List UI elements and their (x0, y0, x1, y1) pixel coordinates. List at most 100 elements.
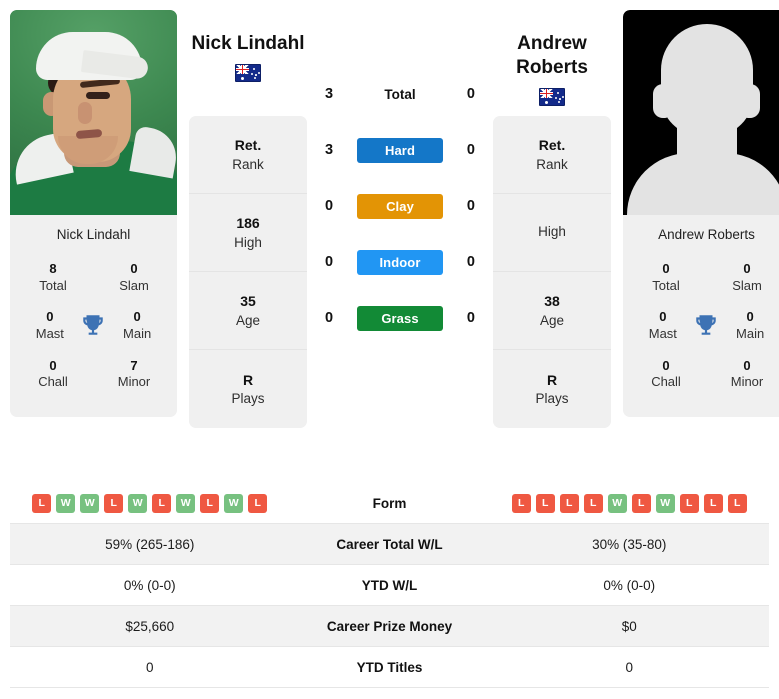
right-titles-mast: 0 Mast (637, 308, 689, 342)
table-row-ytd-titles: 0 YTD Titles 0 (10, 647, 769, 688)
southern-cross-star (253, 76, 256, 80)
left-player-card-name: Nick Lindahl (10, 215, 177, 256)
left-titles-slam-label: Slam (119, 277, 149, 293)
left-titles-minor: 7 Minor (105, 357, 163, 391)
left-titles-main-value: 0 (133, 309, 141, 325)
career-prize-money-right: $0 (621, 618, 637, 634)
southern-cross-star (250, 72, 253, 75)
h2h-grass-row: 0 Grass 0 (311, 290, 489, 346)
form-badge-l[interactable]: L (559, 493, 579, 513)
row-label-career-prize-money: Career Prize Money (326, 618, 453, 634)
form-badge-l[interactable]: L (679, 493, 699, 513)
top-comparison-area: Nick Lindahl 8 Total 0 Slam 0 Mast 0 Mai… (0, 0, 779, 475)
right-info-plays-value: R (546, 371, 558, 388)
left-player-card[interactable]: Nick Lindahl 8 Total 0 Slam 0 Mast 0 Mai… (10, 10, 177, 418)
form-badge-w[interactable]: W (607, 493, 627, 513)
form-badge-l[interactable]: L (32, 493, 52, 513)
right-titles-row-3: 0 Chall 0 Minor (629, 353, 779, 401)
right-titles-grid: 0 Total 0 Slam 0 Mast 0 Main 0 Chall 0 M… (623, 256, 779, 416)
form-badge-l[interactable]: L (200, 493, 220, 513)
left-info-plays-value: R (242, 371, 254, 388)
right-titles-chall-label: Chall (651, 374, 681, 390)
ytd-wl-right: 0% (0-0) (603, 577, 656, 593)
left-player-photo[interactable] (10, 10, 177, 215)
right-titles-minor-label: Minor (730, 374, 764, 390)
right-player-name-block: Andrew Roberts (493, 10, 611, 116)
surface-pill-hard[interactable]: Hard (357, 137, 443, 163)
right-titles-mast-label: Mast (648, 325, 677, 341)
southern-cross-star (557, 91, 560, 95)
head-to-head-column: 3 Total 0 3 Hard 0 0 Clay 0 0 Indoor 0 0 (311, 10, 489, 346)
left-player-info-column: Nick Lindahl Ret. Rank 186 High 35 Age R… (189, 10, 307, 428)
right-titles-total-label: Total (652, 277, 680, 293)
form-badge-l[interactable]: L (511, 493, 531, 513)
career-total-wl-left: 59% (265-186) (105, 536, 195, 552)
form-badge-w[interactable]: W (128, 493, 148, 513)
right-player-card-name: Andrew Roberts (623, 215, 779, 256)
form-badge-l[interactable]: L (727, 493, 747, 513)
right-titles-row-2: 0 Mast 0 Main (629, 304, 779, 352)
right-titles-slam-value: 0 (743, 261, 751, 276)
form-badge-l[interactable]: L (703, 493, 723, 513)
h2h-indoor-left-score: 0 (325, 254, 334, 270)
table-row-form: LWWLWLWLWL Form LLLLWLWLLL (10, 483, 769, 524)
form-badge-l[interactable]: L (104, 493, 124, 513)
player-comparison-page: Nick Lindahl 8 Total 0 Slam 0 Mast 0 Mai… (0, 0, 779, 699)
form-badge-w[interactable]: W (80, 493, 100, 513)
table-row-career-total-wl: 59% (265-186) Career Total W/L 30% (35-8… (10, 524, 769, 565)
form-badge-w[interactable]: W (655, 493, 675, 513)
h2h-total-left-score: 3 (325, 86, 334, 102)
left-player-info-card: Ret. Rank 186 High 35 Age R Plays (189, 116, 307, 428)
form-badge-w[interactable]: W (224, 493, 244, 513)
left-titles-chall: 0 Chall (24, 357, 82, 391)
left-info-age: 35 Age (189, 272, 307, 350)
comparison-table: LWWLWLWLWL Form LLLLWLWLLL 59% (265-186)… (10, 483, 769, 688)
right-titles-main-label: Main (736, 325, 765, 341)
right-player-name[interactable]: Andrew Roberts (493, 32, 611, 80)
left-info-age-value: 35 (240, 293, 256, 310)
h2h-clay-left-score: 0 (325, 198, 334, 214)
form-badge-l[interactable]: L (248, 493, 268, 513)
southern-cross-star (255, 74, 257, 77)
h2h-indoor-row: 0 Indoor 0 (311, 234, 489, 290)
commonwealth-star (241, 76, 245, 81)
form-badge-l[interactable]: L (583, 493, 603, 513)
left-titles-minor-value: 7 (130, 357, 138, 373)
form-badge-w[interactable]: W (176, 493, 196, 513)
left-player-name[interactable]: Nick Lindahl (189, 32, 307, 56)
union-jack-red-vertical (241, 64, 244, 74)
h2h-clay-right-score: 0 (466, 198, 475, 214)
h2h-total-label: Total (384, 86, 416, 102)
surface-pill-grass[interactable]: Grass (357, 305, 443, 331)
right-player-column: Andrew Roberts 0 Total 0 Slam 0 Mast 0 M… (623, 10, 779, 418)
eye-shape (86, 92, 110, 99)
left-player-column: Nick Lindahl 8 Total 0 Slam 0 Mast 0 Mai… (10, 10, 177, 418)
form-badge-l[interactable]: L (152, 493, 172, 513)
surface-pill-clay[interactable]: Clay (357, 193, 443, 219)
form-badge-l[interactable]: L (631, 493, 651, 513)
h2h-total-right-score: 0 (466, 86, 475, 102)
australia-flag-icon (235, 63, 261, 82)
right-titles-minor: 0 Minor (718, 357, 776, 391)
right-player-photo[interactable] (623, 10, 779, 215)
left-info-plays-label: Plays (231, 391, 265, 407)
right-titles-slam-label: Slam (732, 277, 762, 293)
h2h-indoor-right-score: 0 (466, 254, 475, 270)
row-label-form: Form (372, 495, 407, 511)
right-player-card[interactable]: Andrew Roberts 0 Total 0 Slam 0 Mast 0 M… (623, 10, 779, 418)
left-titles-slam: 0 Slam (105, 260, 163, 294)
southern-cross-star (559, 98, 561, 100)
left-info-high-value: 186 (236, 215, 260, 232)
commonwealth-star (545, 100, 549, 105)
surface-pill-indoor[interactable]: Indoor (357, 249, 443, 275)
australia-flag-icon (539, 87, 565, 106)
left-titles-row-2: 0 Mast 0 Main (16, 304, 171, 352)
left-info-rank: Ret. Rank (189, 116, 307, 194)
right-player-info-column: Andrew Roberts Ret. Rank High 38 Age R P… (493, 10, 611, 428)
right-titles-main: 0 Main (724, 308, 776, 342)
left-info-plays: R Plays (189, 350, 307, 428)
form-badge-l[interactable]: L (535, 493, 555, 513)
southern-cross-star (253, 67, 256, 71)
form-badge-w[interactable]: W (56, 493, 76, 513)
right-info-high: High (493, 194, 611, 272)
